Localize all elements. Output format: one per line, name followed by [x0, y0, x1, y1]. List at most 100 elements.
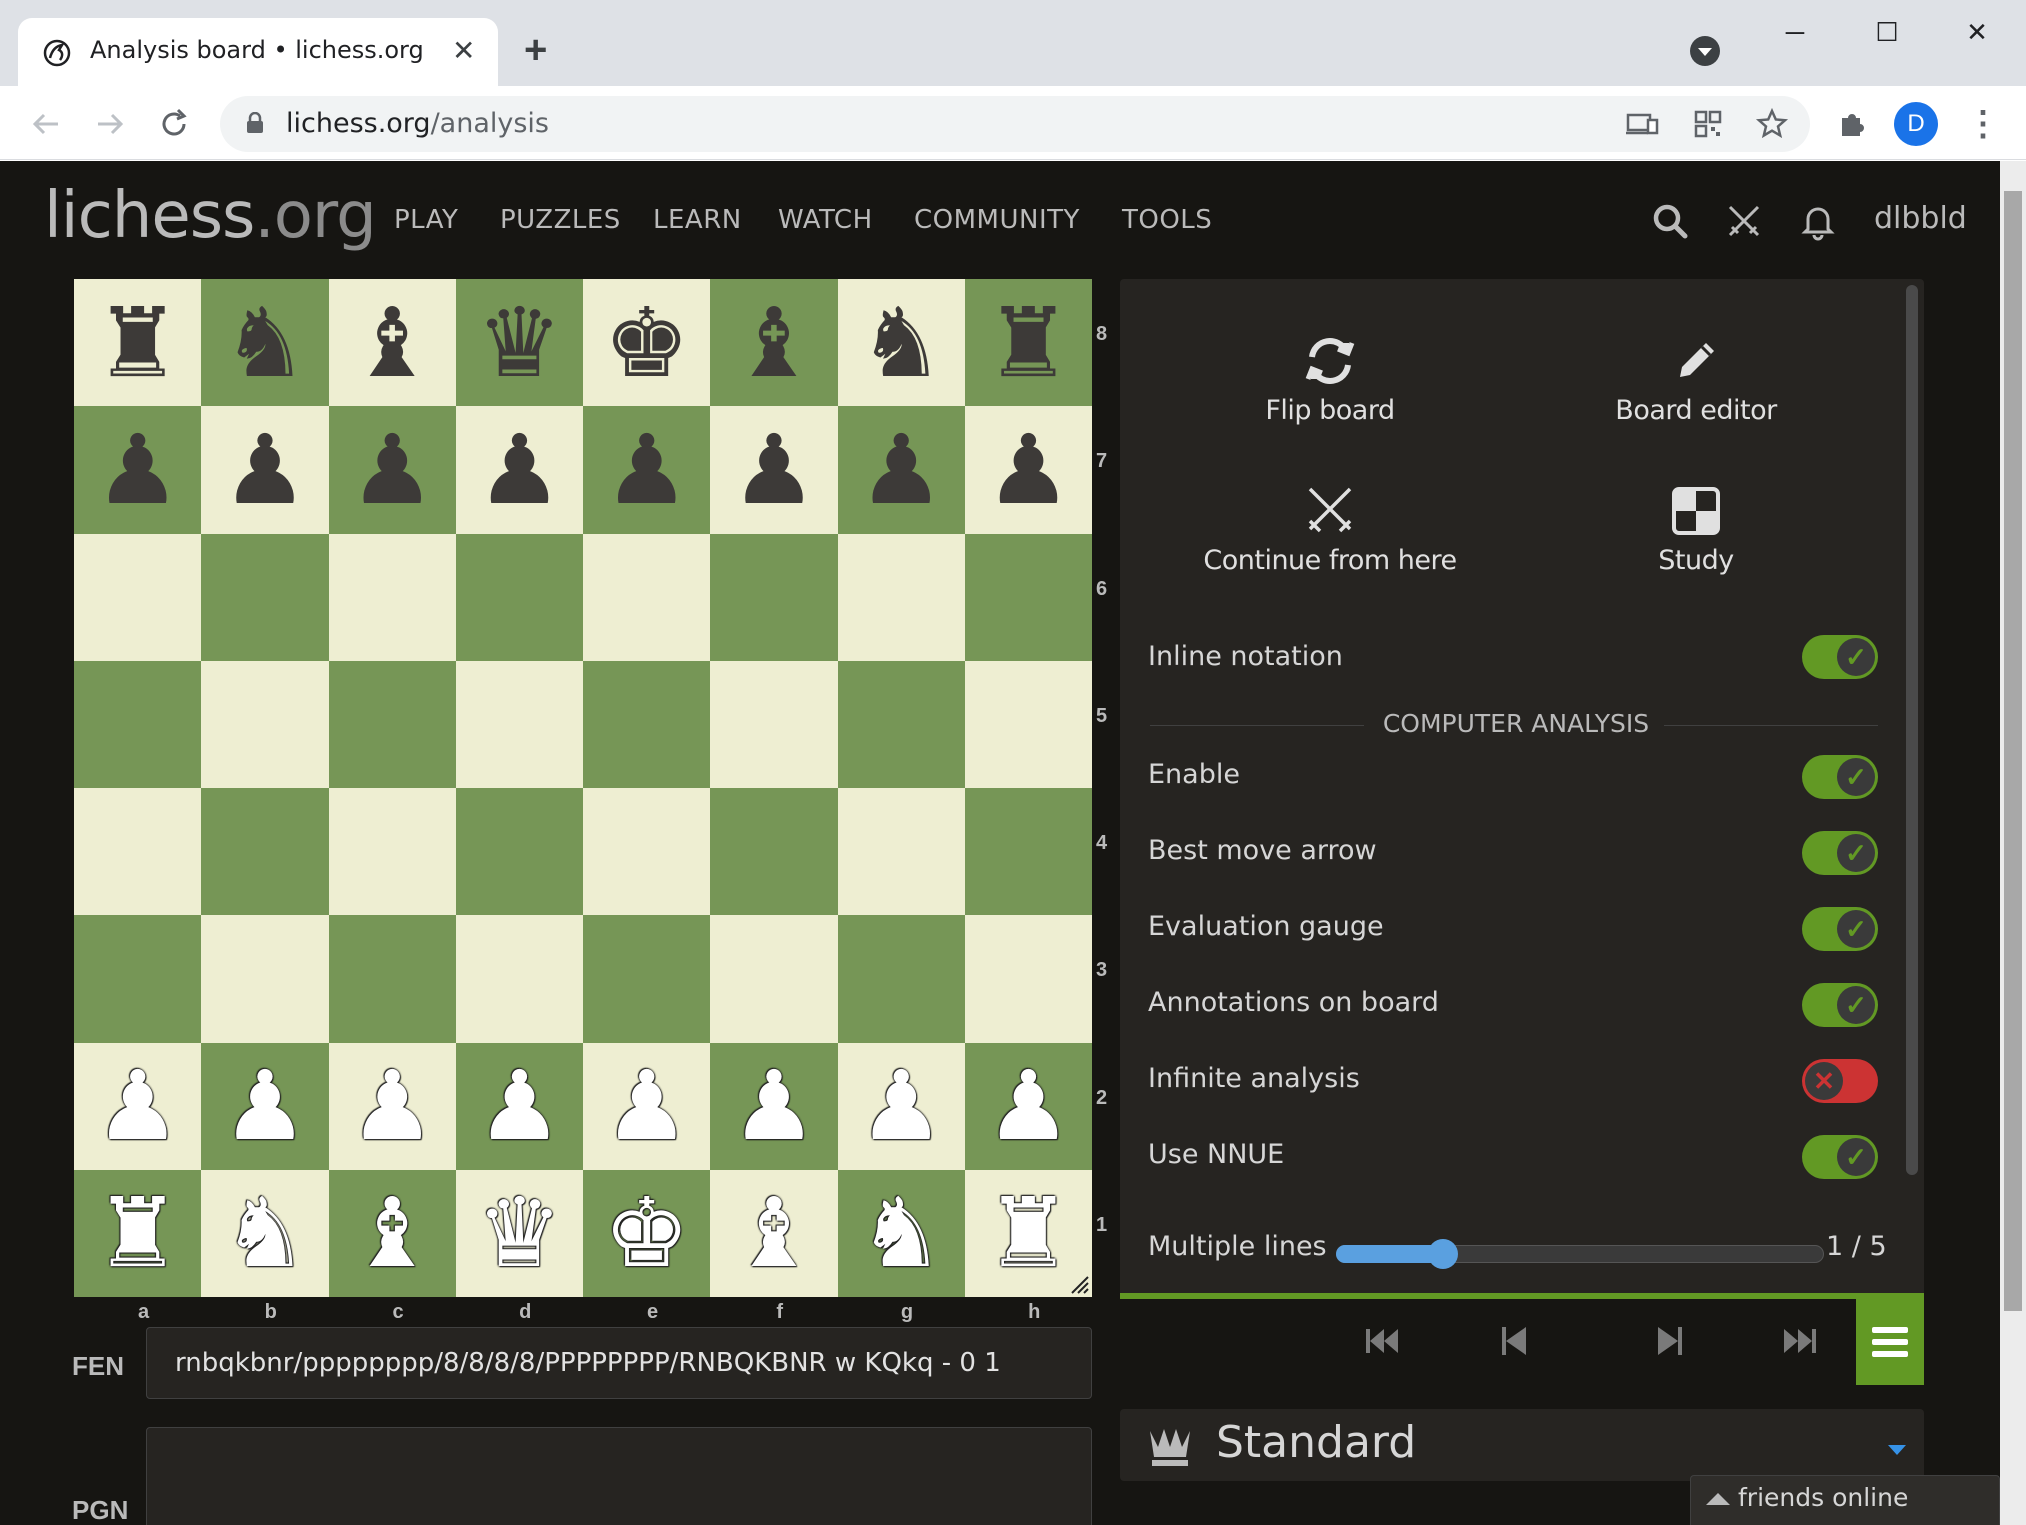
square-f8[interactable]: ♝ — [710, 279, 838, 407]
square-e8[interactable]: ♚ — [583, 279, 711, 407]
square-d4[interactable] — [455, 788, 583, 916]
square-c1[interactable]: ♝ — [328, 1169, 456, 1297]
black-bishop-icon[interactable]: ♝ — [731, 295, 817, 391]
black-queen-icon[interactable]: ♛ — [476, 295, 562, 391]
nav-watch[interactable]: WATCH — [778, 205, 873, 235]
minimize-button[interactable]: ─ — [1770, 12, 1820, 52]
square-g8[interactable]: ♞ — [837, 279, 965, 407]
qr-code-icon[interactable] — [1690, 106, 1726, 142]
square-b3[interactable] — [201, 915, 329, 1043]
square-a3[interactable] — [74, 915, 202, 1043]
best-move-arrow-toggle[interactable]: ✓ — [1802, 831, 1878, 875]
flip-board-button[interactable]: Flip board — [1160, 333, 1500, 426]
square-c6[interactable] — [328, 533, 456, 661]
black-pawn-icon[interactable]: ♟ — [858, 422, 944, 518]
square-g7[interactable]: ♟ — [837, 406, 965, 534]
black-bishop-icon[interactable]: ♝ — [349, 295, 435, 391]
fen-input[interactable] — [146, 1327, 1092, 1399]
black-pawn-icon[interactable]: ♟ — [349, 422, 435, 518]
square-e1[interactable]: ♚ — [583, 1169, 711, 1297]
square-g2[interactable]: ♟ — [837, 1042, 965, 1170]
square-f6[interactable] — [710, 533, 838, 661]
new-tab-button[interactable]: + — [524, 30, 547, 70]
black-pawn-icon[interactable]: ♟ — [222, 422, 308, 518]
square-d7[interactable]: ♟ — [455, 406, 583, 534]
board-editor-button[interactable]: Board editor — [1526, 333, 1866, 426]
nav-community[interactable]: COMMUNITY — [914, 205, 1080, 235]
square-d5[interactable] — [455, 660, 583, 788]
caret-down-icon[interactable] — [1888, 1445, 1906, 1455]
square-f4[interactable] — [710, 788, 838, 916]
square-e4[interactable] — [583, 788, 711, 916]
square-h6[interactable] — [964, 533, 1092, 661]
white-king-icon[interactable]: ♚ — [604, 1185, 690, 1281]
square-h5[interactable] — [964, 660, 1092, 788]
square-h4[interactable] — [964, 788, 1092, 916]
search-icon[interactable] — [1648, 199, 1692, 243]
square-d3[interactable] — [455, 915, 583, 1043]
panel-scrollbar[interactable] — [1906, 285, 1918, 1175]
square-c5[interactable] — [328, 660, 456, 788]
forward-button[interactable] — [88, 102, 132, 146]
square-d8[interactable]: ♛ — [455, 279, 583, 407]
study-button[interactable]: Study — [1526, 483, 1866, 576]
square-g3[interactable] — [837, 915, 965, 1043]
pgn-textarea[interactable] — [146, 1427, 1092, 1525]
square-g4[interactable] — [837, 788, 965, 916]
white-pawn-icon[interactable]: ♟ — [95, 1058, 181, 1154]
white-bishop-icon[interactable]: ♝ — [731, 1185, 817, 1281]
black-rook-icon[interactable]: ♜ — [95, 295, 181, 391]
white-rook-icon[interactable]: ♜ — [985, 1185, 1071, 1281]
page-scroll-thumb[interactable] — [2004, 191, 2022, 1311]
square-h8[interactable]: ♜ — [964, 279, 1092, 407]
square-g1[interactable]: ♞ — [837, 1169, 965, 1297]
square-g6[interactable] — [837, 533, 965, 661]
white-rook-icon[interactable]: ♜ — [95, 1185, 181, 1281]
user-menu[interactable]: dlbbld — [1874, 201, 1967, 236]
nav-puzzles[interactable]: PUZZLES — [500, 205, 621, 235]
square-a2[interactable]: ♟ — [74, 1042, 202, 1170]
evaluation-gauge-toggle[interactable]: ✓ — [1802, 907, 1878, 951]
white-queen-icon[interactable]: ♛ — [476, 1185, 562, 1281]
extensions-icon[interactable] — [1834, 106, 1870, 142]
black-king-icon[interactable]: ♚ — [604, 295, 690, 391]
white-knight-icon[interactable]: ♞ — [858, 1185, 944, 1281]
square-b6[interactable] — [201, 533, 329, 661]
nav-play[interactable]: PLAY — [394, 205, 458, 235]
crossed-swords-icon[interactable] — [1722, 199, 1766, 243]
browser-menu-icon[interactable]: ⋮ — [1966, 104, 2000, 144]
page-scrollbar[interactable] — [2000, 161, 2026, 1525]
black-pawn-icon[interactable]: ♟ — [604, 422, 690, 518]
square-h3[interactable] — [964, 915, 1092, 1043]
white-pawn-icon[interactable]: ♟ — [349, 1058, 435, 1154]
black-pawn-icon[interactable]: ♟ — [731, 422, 817, 518]
tab-search-button[interactable] — [1690, 36, 1720, 66]
square-d1[interactable]: ♛ — [455, 1169, 583, 1297]
white-pawn-icon[interactable]: ♟ — [604, 1058, 690, 1154]
tab-close-button[interactable]: ✕ — [452, 36, 475, 66]
square-e3[interactable] — [583, 915, 711, 1043]
square-a8[interactable]: ♜ — [74, 279, 202, 407]
black-rook-icon[interactable]: ♜ — [985, 295, 1071, 391]
first-move-icon[interactable] — [1352, 1311, 1412, 1371]
black-pawn-icon[interactable]: ♟ — [985, 422, 1071, 518]
white-pawn-icon[interactable]: ♟ — [476, 1058, 562, 1154]
nav-tools[interactable]: TOOLS — [1122, 205, 1212, 235]
board-resize-handle[interactable] — [1070, 1275, 1090, 1295]
square-a5[interactable] — [74, 660, 202, 788]
square-e2[interactable]: ♟ — [583, 1042, 711, 1170]
square-c2[interactable]: ♟ — [328, 1042, 456, 1170]
square-c7[interactable]: ♟ — [328, 406, 456, 534]
square-h2[interactable]: ♟ — [964, 1042, 1092, 1170]
white-pawn-icon[interactable]: ♟ — [858, 1058, 944, 1154]
square-c3[interactable] — [328, 915, 456, 1043]
inline-notation-toggle[interactable]: ✓ — [1802, 635, 1878, 679]
square-d2[interactable]: ♟ — [455, 1042, 583, 1170]
close-window-button[interactable]: ✕ — [1952, 12, 2002, 52]
previous-move-icon[interactable] — [1484, 1311, 1544, 1371]
square-b4[interactable] — [201, 788, 329, 916]
enable-toggle[interactable]: ✓ — [1802, 755, 1878, 799]
reload-button[interactable] — [152, 102, 196, 146]
infinite-analysis-toggle[interactable]: ✕ — [1802, 1059, 1878, 1103]
black-knight-icon[interactable]: ♞ — [858, 295, 944, 391]
